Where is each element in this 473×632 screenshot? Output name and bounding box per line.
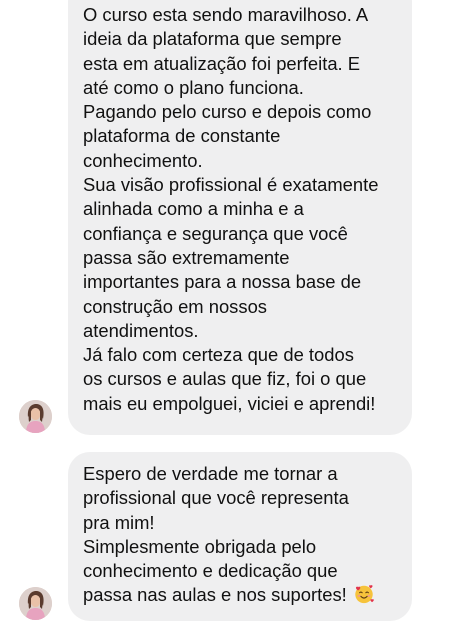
message-paragraph: Espero de verdade me tornar a profission… (83, 462, 412, 535)
message-line: confiança e segurança que você (83, 222, 348, 244)
message-paragraph: O curso esta sendo maravilhoso. A ideia … (83, 3, 412, 173)
message-line: Sua visão profissional é exatamente (83, 174, 379, 196)
message-thread: O curso esta sendo maravilhoso. A ideia … (0, 0, 473, 632)
message-line: conhecimento. (83, 149, 203, 171)
message-line: os cursos e aulas que fiz, foi o que (83, 368, 367, 390)
message-line: conhecimento e dedicação que (83, 560, 338, 582)
smiling-face-with-hearts-icon (355, 585, 374, 604)
message-line: atendimentos. (83, 319, 199, 341)
message-paragraph: Simplesmente obrigada pelo conhecimento … (83, 535, 412, 608)
message-bubble[interactable]: Espero de verdade me tornar a profission… (68, 452, 412, 621)
message-line: passa são extremamente (83, 246, 290, 268)
message-line: mais eu empolguei, viciei e aprendi! (83, 392, 376, 414)
message-line: até como o plano funciona. (83, 76, 304, 98)
message-line-text: passa nas aulas e nos suportes! (83, 584, 347, 606)
sender-avatar-icon[interactable] (19, 587, 52, 620)
message-line: alinhada como a minha e a (83, 198, 304, 220)
message-line: Espero de verdade me tornar a (83, 463, 338, 484)
message-line: Pagando pelo curso e depois como (83, 101, 372, 123)
message-line: importantes para a nossa base de (83, 271, 362, 293)
sender-avatar-icon[interactable] (19, 400, 52, 433)
message-paragraph: Já falo com certeza que de todos os curs… (83, 343, 412, 416)
message-line: Já falo com certeza que de todos (83, 344, 354, 366)
message-line: plataforma de constante (83, 125, 281, 147)
message-bubble[interactable]: O curso esta sendo maravilhoso. A ideia … (68, 0, 412, 435)
message-line: construção em nossos (83, 295, 267, 317)
message-paragraph: Sua visão profissional é exatamente alin… (83, 173, 412, 343)
message-line: esta em atualização foi perfeita. E (83, 52, 361, 74)
message-line: ideia da plataforma que sempre (83, 28, 342, 50)
message-line: pra mim! (83, 511, 155, 533)
message-line: O curso esta sendo maravilhoso. A (83, 4, 369, 25)
message-line: profissional que você representa (83, 487, 349, 509)
message-line: passa nas aulas e nos suportes! (83, 583, 412, 607)
message-line: Simplesmente obrigada pelo (83, 535, 317, 557)
